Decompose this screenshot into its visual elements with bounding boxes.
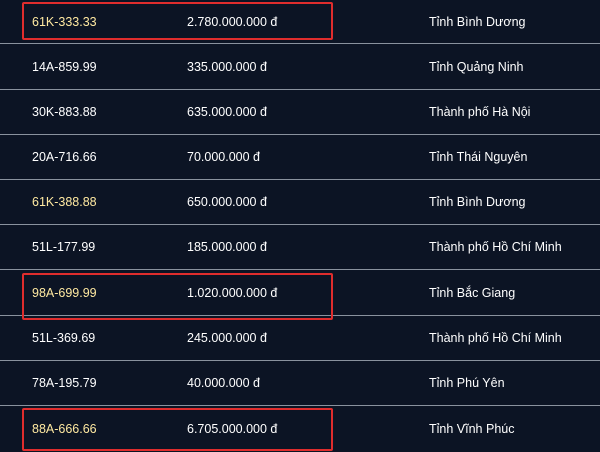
table-row: 78A-195.79 40.000.000 đ Tỉnh Phú Yên: [0, 361, 600, 406]
province: Thành phố Hà Nội: [429, 104, 531, 119]
table-row: 20A-716.66 70.000.000 đ Tỉnh Thái Nguyên: [0, 135, 600, 180]
table-row: 51L-177.99 185.000.000 đ Thành phố Hồ Ch…: [0, 225, 600, 270]
province: Thành phố Hồ Chí Minh: [429, 330, 562, 345]
plate-number: 20A-716.66: [32, 149, 97, 164]
province: Tỉnh Vĩnh Phúc: [429, 421, 515, 436]
winning-price: 185.000.000 đ: [187, 239, 267, 254]
plate-number: 30K-883.88: [32, 104, 97, 119]
province: Thành phố Hồ Chí Minh: [429, 239, 562, 254]
highlight-box: [22, 2, 333, 40]
province: Tỉnh Quảng Ninh: [429, 59, 524, 74]
plate-number: 51L-369.69: [32, 330, 96, 345]
winning-price: 335.000.000 đ: [187, 59, 267, 74]
highlight-box: [22, 408, 333, 451]
winning-price: 245.000.000 đ: [187, 330, 267, 345]
winning-price: 70.000.000 đ: [187, 149, 260, 164]
province: Tỉnh Phú Yên: [429, 375, 505, 390]
highlight-box: [22, 273, 333, 320]
table-row: 30K-883.88 635.000.000 đ Thành phố Hà Nộ…: [0, 90, 600, 135]
plate-number: 61K-388.88: [32, 194, 97, 209]
winning-price: 40.000.000 đ: [187, 375, 260, 390]
table-row: 61K-388.88 650.000.000 đ Tỉnh Bình Dương: [0, 180, 600, 225]
province: Tỉnh Bình Dương: [429, 14, 526, 29]
province: Tỉnh Bình Dương: [429, 194, 526, 209]
plate-number: 14A-859.99: [32, 59, 97, 74]
table-row: 51L-369.69 245.000.000 đ Thành phố Hồ Ch…: [0, 316, 600, 361]
winning-price: 635.000.000 đ: [187, 104, 267, 119]
auction-results-table: 61K-333.33 2.780.000.000 đ Tỉnh Bình Dươ…: [0, 0, 600, 452]
winning-price: 650.000.000 đ: [187, 194, 267, 209]
province: Tỉnh Bắc Giang: [429, 285, 516, 300]
plate-number: 51L-177.99: [32, 239, 96, 254]
table-row: 14A-859.99 335.000.000 đ Tỉnh Quảng Ninh: [0, 44, 600, 90]
province: Tỉnh Thái Nguyên: [429, 149, 528, 164]
plate-number: 78A-195.79: [32, 375, 97, 390]
